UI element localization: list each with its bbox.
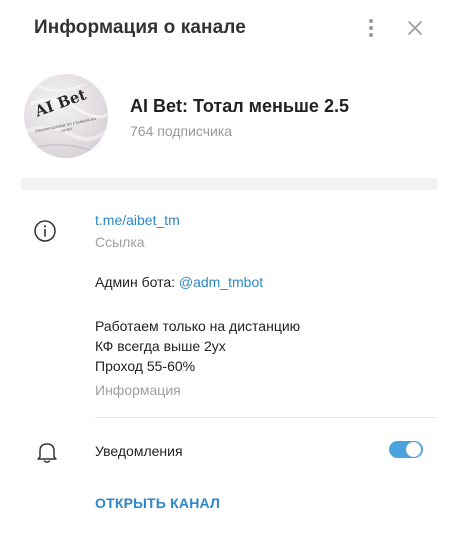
description-line: Проход 55-60%	[95, 358, 196, 374]
dialog-header: Информация о канале	[0, 0, 457, 56]
toggle-knob	[405, 441, 422, 458]
subscriber-count: 764 подписчика	[130, 123, 233, 139]
description-line: КФ всегда выше 2ух	[95, 338, 226, 354]
more-vertical-icon[interactable]	[362, 15, 380, 41]
bell-icon	[36, 440, 58, 464]
open-channel-button[interactable]: ОТКРЫТЬ КАНАЛ	[95, 495, 220, 511]
channel-avatar: AI Bet Рекомендации по ставкам на спорт	[24, 74, 108, 158]
link-caption: Ссылка	[95, 234, 145, 250]
admin-handle-link[interactable]: @adm_tmbot	[179, 274, 263, 290]
notifications-toggle[interactable]	[389, 441, 423, 458]
admin-line: Админ бота: @adm_tmbot	[95, 274, 263, 290]
divider	[95, 417, 437, 418]
description-line: Работаем только на дистанцию	[95, 318, 301, 334]
dialog-title: Информация о канале	[34, 17, 246, 38]
channel-description: Работаем только на дистанцию КФ всегда в…	[95, 316, 300, 376]
section-separator	[21, 178, 437, 190]
channel-name: AI Bet: Тотал меньше 2.5	[130, 96, 349, 116]
notifications-label: Уведомления	[95, 443, 183, 459]
channel-profile: AI Bet Рекомендации по ставкам на спорт …	[0, 66, 457, 176]
admin-prefix: Админ бота:	[95, 274, 179, 290]
close-icon[interactable]	[404, 17, 426, 39]
channel-link[interactable]: t.me/aibet_tm	[95, 212, 180, 228]
description-caption: Информация	[95, 382, 181, 398]
info-icon	[33, 219, 57, 243]
